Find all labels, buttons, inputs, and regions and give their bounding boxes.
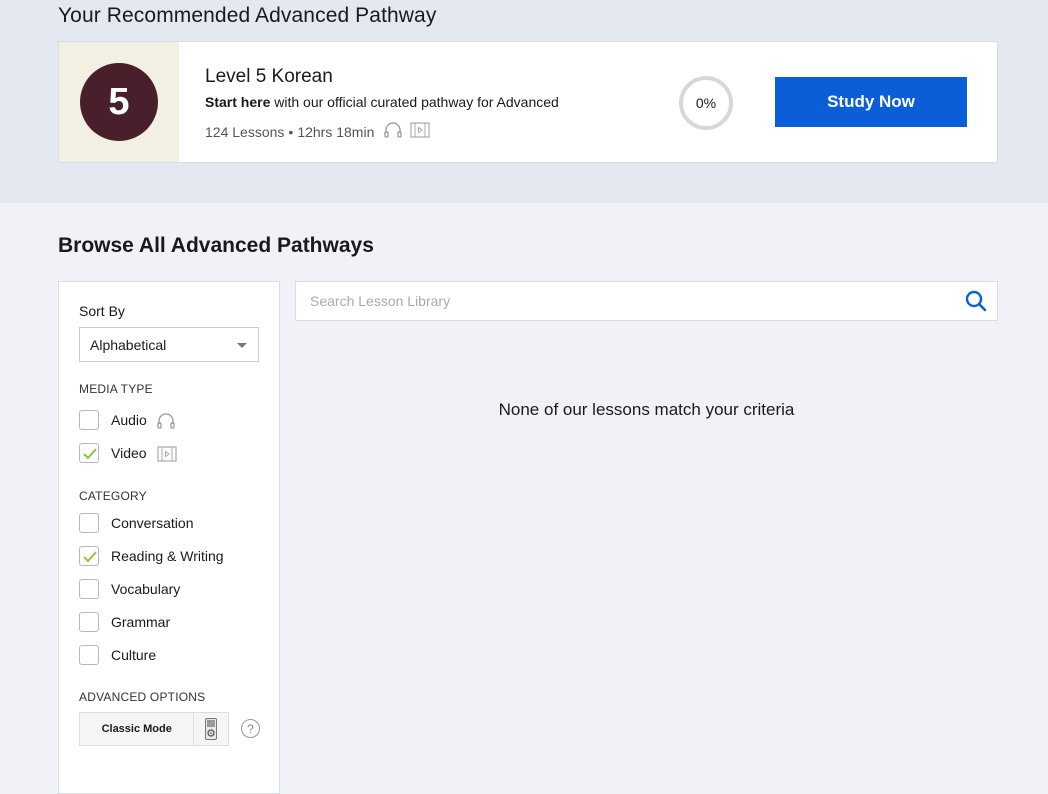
level-badge: 5: [80, 63, 158, 141]
headphones-icon: [157, 413, 175, 432]
browse-title: Browse All Advanced Pathways: [58, 234, 374, 257]
search-icon[interactable]: [965, 290, 987, 317]
grammar-checkbox[interactable]: [79, 612, 99, 632]
culture-checkbox[interactable]: [79, 645, 99, 665]
category-heading: CATEGORY: [79, 489, 147, 503]
sort-select[interactable]: Alphabetical: [79, 327, 259, 362]
filter-conversation[interactable]: Conversation: [79, 513, 194, 533]
filter-label: Audio: [111, 411, 147, 428]
pathway-description: Start here with our official curated pat…: [205, 94, 559, 110]
filter-label: Vocabulary: [111, 581, 181, 597]
vocabulary-checkbox[interactable]: [79, 579, 99, 599]
audio-checkbox[interactable]: [79, 409, 99, 430]
pathway-name[interactable]: Level 5 Korean: [205, 66, 333, 88]
filter-reading-writing[interactable]: Reading & Writing: [79, 546, 224, 566]
filter-sidebar: Sort By Alphabetical MEDIA TYPE Audio Vi…: [58, 281, 280, 794]
progress-percent: 0%: [695, 95, 717, 111]
filter-grammar[interactable]: Grammar: [79, 612, 170, 632]
reading-writing-checkbox[interactable]: [79, 546, 99, 566]
filter-video[interactable]: Video: [79, 440, 177, 465]
study-now-button[interactable]: Study Now: [775, 77, 967, 127]
media-type-heading: MEDIA TYPE: [79, 382, 153, 396]
pathway-desc-rest: with our official curated pathway for Ad…: [270, 94, 559, 110]
advanced-options-heading: ADVANCED OPTIONS: [79, 690, 206, 704]
filter-label: Grammar: [111, 614, 171, 630]
pathway-duration: 12hrs 18min: [297, 123, 375, 140]
conversation-checkbox[interactable]: [79, 513, 99, 533]
filter-vocabulary[interactable]: Vocabulary: [79, 579, 180, 599]
search-bar: [295, 281, 998, 321]
recommended-title: Your Recommended Advanced Pathway: [58, 4, 437, 27]
lesson-count: 124 Lessons: [205, 123, 285, 140]
checkmark-icon: [83, 551, 97, 563]
filter-label: Reading & Writing: [111, 548, 224, 564]
recommended-pathway-card[interactable]: 5 Level 5 Korean Start here with our off…: [58, 41, 998, 163]
filter-audio[interactable]: Audio: [79, 407, 175, 432]
chevron-down-icon: [237, 343, 247, 348]
pathway-thumbnail[interactable]: 5: [59, 42, 179, 162]
checkmark-icon: [83, 447, 97, 459]
search-input[interactable]: [310, 282, 950, 320]
help-icon[interactable]: ?: [241, 719, 260, 738]
ipod-icon: [194, 713, 228, 745]
headphones-icon: [384, 122, 403, 141]
video-film-icon: [410, 122, 430, 141]
classic-mode-label: Classic Mode: [80, 713, 195, 745]
meta-separator: •: [288, 123, 294, 140]
filter-label: Video: [111, 444, 147, 461]
filter-label: Culture: [111, 647, 157, 663]
empty-results-message: None of our lessons match your criteria: [498, 400, 795, 419]
sort-select-value: Alphabetical: [90, 336, 167, 353]
filter-label: Conversation: [111, 515, 194, 531]
sort-by-label: Sort By: [79, 303, 125, 319]
pathway-desc-bold: Start here: [205, 94, 271, 110]
pathway-meta: 124 Lessons • 12hrs 18min: [205, 122, 430, 141]
filter-culture[interactable]: Culture: [79, 645, 156, 665]
video-film-icon: [156, 446, 177, 465]
progress-ring: 0%: [679, 76, 733, 130]
video-checkbox[interactable]: [79, 442, 99, 463]
classic-mode-button[interactable]: Classic Mode: [79, 712, 229, 746]
